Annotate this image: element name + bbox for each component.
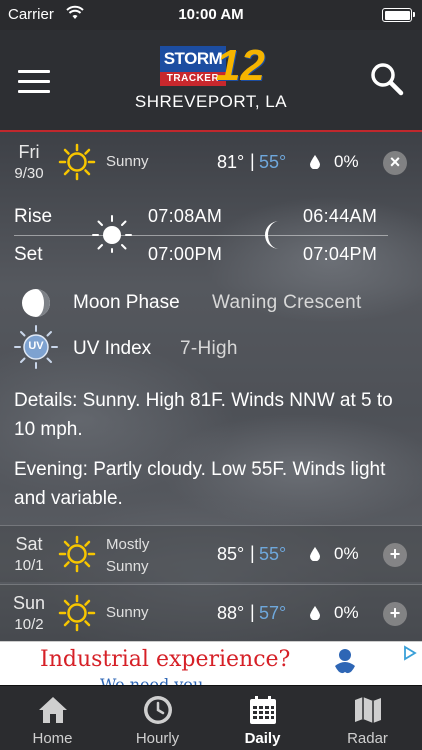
temp-separator: | <box>250 151 255 171</box>
high-temp: 88° <box>217 603 245 623</box>
menu-button[interactable] <box>18 70 50 94</box>
moonrise-time: 06:44AM <box>303 206 378 226</box>
logo-number: 12 <box>216 41 265 90</box>
ad-banner[interactable]: Industrial experience? We need you <box>0 641 422 685</box>
details-text: Details: Sunny. High 81F. Winds NNW at 5… <box>14 390 393 440</box>
menu-bar <box>18 80 50 83</box>
ad-subline: We need you <box>100 675 204 685</box>
clock-time: 10:00 AM <box>178 6 244 23</box>
home-icon <box>39 697 67 723</box>
day-date: 9/30 <box>14 165 44 182</box>
ad-logo-icon <box>335 649 355 674</box>
low-temp: 55° <box>259 152 287 172</box>
rise-set-divider <box>14 235 388 236</box>
uv-badge-text: UV <box>28 340 44 352</box>
uv-index-label: UV Index <box>73 338 152 359</box>
expand-button[interactable]: + <box>383 602 407 626</box>
storm-tracker-logo: STORM TRACKER 12 <box>160 41 265 90</box>
moon-phase-icon <box>22 289 50 317</box>
search-icon[interactable] <box>370 62 404 96</box>
app-header: STORM TRACKER 12 SHREVEPORT, LA <box>0 30 422 132</box>
high-temp: 85° <box>217 544 245 564</box>
raindrop-icon <box>310 155 320 169</box>
high-temp: 81° <box>217 152 245 172</box>
low-temp: 57° <box>259 603 287 623</box>
temp-separator: | <box>250 543 255 563</box>
evening-text: Evening: Partly cloudy. Low 55F. Winds l… <box>14 459 386 509</box>
ad-headline: Industrial experience? <box>40 647 291 672</box>
moon-icon <box>265 221 279 249</box>
set-label: Set <box>14 244 43 265</box>
battery-icon <box>382 8 415 22</box>
calendar-icon <box>250 696 276 724</box>
forecast-row-sat[interactable]: Sat 10/1 Mostly Sunny 85° | 55° 0% + <box>0 526 422 582</box>
sun-icon <box>58 535 96 573</box>
condition-text: Sunny <box>106 604 149 621</box>
uv-index-value: 7-High <box>180 338 238 359</box>
tab-daily[interactable]: Daily <box>210 686 315 750</box>
sunrise-time: 07:08AM <box>148 206 223 226</box>
forecast-row-sun[interactable]: Sun 10/2 Sunny 88° | 57° 0% + <box>0 585 422 641</box>
status-bar: Carrier 10:00 AM <box>0 0 422 30</box>
tab-radar[interactable]: Radar <box>315 686 420 750</box>
condition-text-line2: Sunny <box>106 558 149 575</box>
tab-label: Daily <box>244 730 281 747</box>
moon-phase-value: Waning Crescent <box>212 292 362 313</box>
menu-bar <box>18 70 50 73</box>
precip-percent: 0% <box>334 152 359 171</box>
tab-home[interactable]: Home <box>0 686 105 750</box>
tab-label: Radar <box>347 730 388 747</box>
raindrop-icon <box>310 606 320 620</box>
day-date: 10/1 <box>14 557 44 574</box>
condition-text-line1: Mostly <box>106 536 150 553</box>
sun-icon <box>58 143 96 181</box>
expand-button[interactable]: + <box>383 543 407 567</box>
today-row[interactable]: Fri 9/30 Sunny 81° | 55° 0% × <box>0 134 422 190</box>
sun-horizon-icon <box>92 215 132 253</box>
rise-label: Rise <box>14 206 53 227</box>
sun-icon <box>58 594 96 632</box>
ad-choices-icon[interactable] <box>402 645 418 661</box>
sunset-time: 07:00PM <box>148 244 223 264</box>
map-icon <box>355 697 381 723</box>
condition-text: Sunny <box>106 153 149 170</box>
raindrop-icon <box>310 547 320 561</box>
temp-separator: | <box>250 602 255 622</box>
low-temp: 55° <box>259 544 287 564</box>
precip-percent: 0% <box>334 544 359 563</box>
tab-label: Home <box>32 730 73 747</box>
day-name: Sat <box>15 534 43 554</box>
tab-bar: Home Hourly Daily Radar <box>0 685 422 750</box>
moon-phase-label: Moon Phase <box>73 292 180 313</box>
day-date: 10/2 <box>14 616 44 633</box>
tab-label: Hourly <box>135 730 180 747</box>
tab-hourly[interactable]: Hourly <box>105 686 210 750</box>
day-name: Fri <box>18 142 40 162</box>
day-name: Sun <box>12 593 46 613</box>
precip-percent: 0% <box>334 603 359 622</box>
location-title: SHREVEPORT, LA <box>134 92 288 111</box>
collapse-button[interactable]: × <box>383 151 407 175</box>
moonset-time: 07:04PM <box>303 244 378 264</box>
clock-icon <box>144 696 172 724</box>
